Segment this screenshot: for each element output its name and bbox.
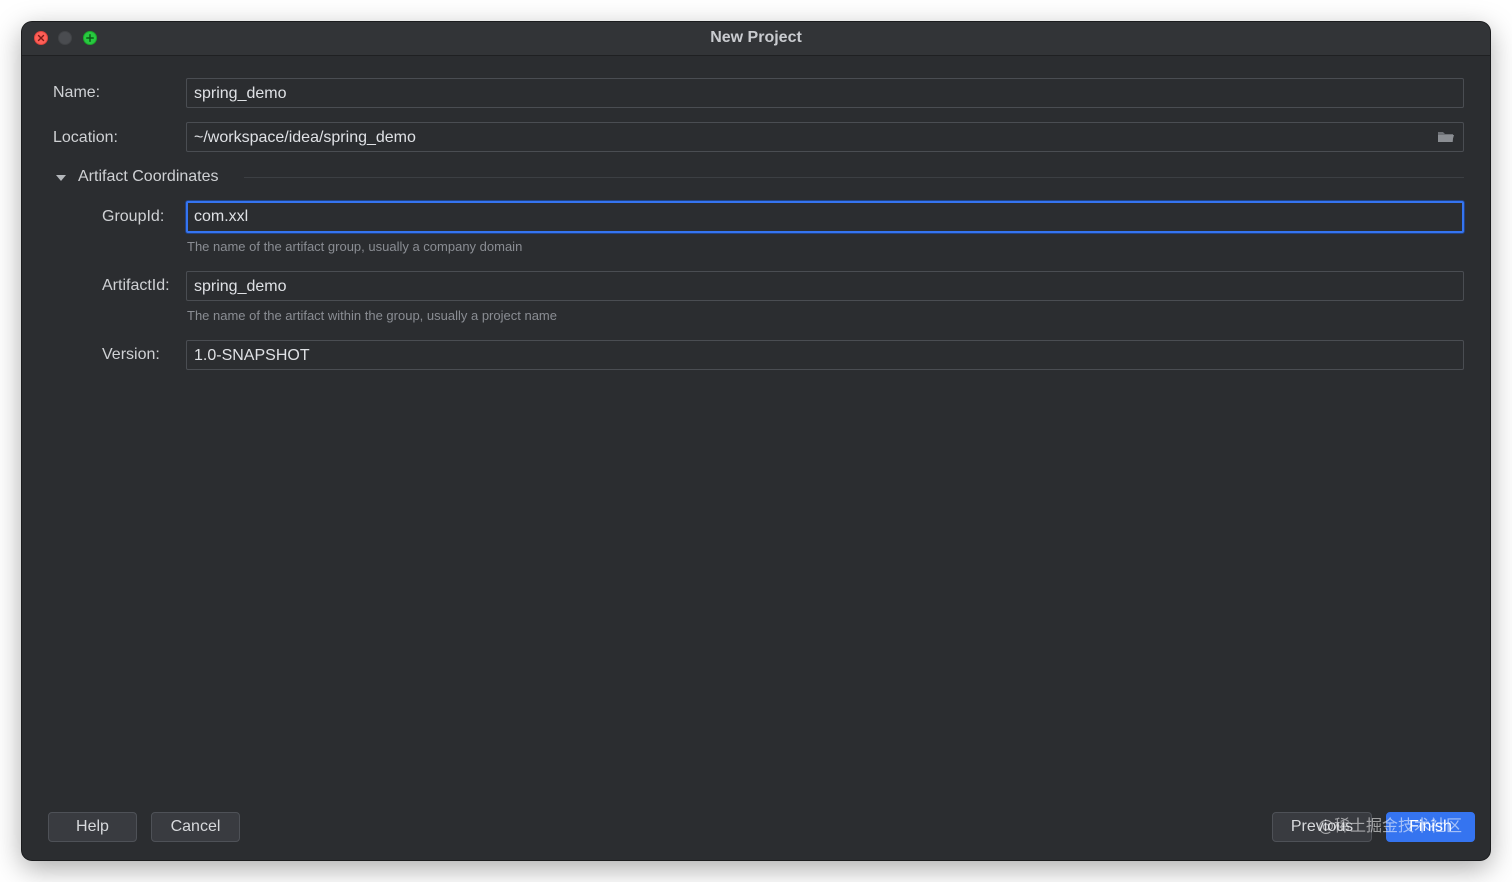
location-value: ~/workspace/idea/spring_demo (194, 129, 416, 146)
artifact-id-label: ArtifactId: (102, 277, 170, 294)
version-value: 1.0-SNAPSHOT (194, 347, 310, 364)
chevron-down-icon[interactable] (54, 171, 68, 185)
artifact-id-field[interactable]: spring_demo (186, 271, 1464, 301)
cancel-button[interactable]: Cancel (151, 812, 240, 842)
title-bar: New Project (22, 22, 1490, 56)
group-id-hint: The name of the artifact group, usually … (187, 239, 523, 254)
version-label: Version: (102, 346, 160, 363)
window-title: New Project (710, 29, 802, 46)
new-project-dialog: New Project Name: spring_demo Location: … (22, 22, 1490, 860)
location-label: Location: (53, 129, 118, 146)
help-button[interactable]: Help (48, 812, 137, 842)
watermark: @稀土掘金技术社区 (1317, 816, 1462, 835)
name-field[interactable]: spring_demo (186, 78, 1464, 108)
group-id-field[interactable]: com.xxl (186, 201, 1464, 233)
name-value: spring_demo (194, 85, 287, 102)
name-label: Name: (53, 84, 101, 101)
group-id-label: GroupId: (102, 208, 165, 225)
artifact-coordinates-section: Artifact Coordinates (54, 167, 1464, 189)
artifact-id-value: spring_demo (194, 278, 287, 295)
section-divider (244, 177, 1464, 178)
group-id-value: com.xxl (194, 208, 249, 225)
location-field[interactable]: ~/workspace/idea/spring_demo (186, 122, 1464, 152)
section-title[interactable]: Artifact Coordinates (78, 167, 219, 187)
artifact-id-hint: The name of the artifact within the grou… (187, 308, 557, 323)
folder-icon[interactable] (1437, 129, 1455, 145)
version-field[interactable]: 1.0-SNAPSHOT (186, 340, 1464, 370)
